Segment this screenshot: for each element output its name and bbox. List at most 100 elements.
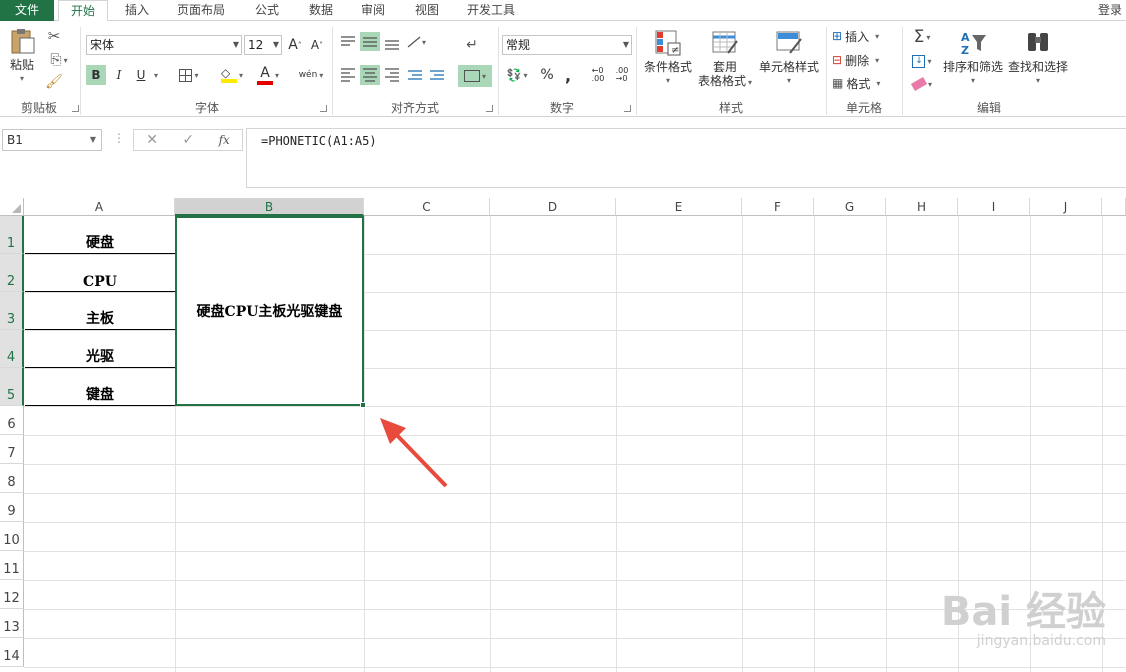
- formula-bar: B1 ▼ ⋮ ✕ ✓ fx =PHONETIC(A1:A5): [0, 125, 1126, 188]
- row-header-4[interactable]: 4: [0, 330, 24, 368]
- format-painter-button[interactable]: 🖌: [44, 73, 64, 91]
- conditional-format-button[interactable]: ≠ 条件格式 ▾: [640, 29, 696, 88]
- row-header-10[interactable]: 10: [0, 522, 24, 551]
- gridline: [616, 216, 617, 672]
- font-color-button[interactable]: A ▾: [252, 65, 284, 85]
- increase-decimal-button[interactable]: ←0.00: [588, 65, 608, 85]
- wrap-text-button[interactable]: ↵: [462, 35, 482, 55]
- cell-a4[interactable]: 光驱: [25, 330, 175, 368]
- column-header-i[interactable]: I: [958, 198, 1030, 216]
- tab-formulas[interactable]: 公式: [244, 0, 290, 21]
- select-all-button[interactable]: [0, 198, 24, 216]
- tab-insert[interactable]: 插入: [112, 0, 162, 21]
- delete-cells-button[interactable]: ⊟ 删除 ▾: [832, 51, 896, 69]
- tab-developer[interactable]: 开发工具: [456, 0, 526, 21]
- bold-button[interactable]: B: [86, 65, 106, 85]
- insert-cells-icon: ⊞: [832, 29, 843, 43]
- column-header-h[interactable]: H: [886, 198, 958, 216]
- column-header-b[interactable]: B: [175, 198, 364, 216]
- sort-filter-button[interactable]: A Z 排序和筛选 ▾: [942, 29, 1004, 88]
- row-header-5[interactable]: 5: [0, 368, 24, 406]
- function-icon[interactable]: fx: [219, 133, 230, 147]
- fill-button[interactable]: ↓ ▾: [906, 51, 938, 71]
- column-header-c[interactable]: C: [364, 198, 490, 216]
- gridline: [364, 216, 365, 672]
- name-box[interactable]: B1 ▼: [2, 129, 102, 151]
- tab-page-layout[interactable]: 页面布局: [168, 0, 234, 21]
- border-button[interactable]: ▾: [172, 65, 206, 85]
- row-header-13[interactable]: 13: [0, 609, 24, 638]
- cut-button[interactable]: ✂: [44, 27, 64, 45]
- row-header-8[interactable]: 8: [0, 464, 24, 493]
- font-size-combo[interactable]: 12 ▼: [244, 35, 282, 55]
- tab-review[interactable]: 审阅: [350, 0, 396, 21]
- cell-b1-merged[interactable]: 硬盘CPU主板光驱键盘: [175, 216, 364, 406]
- underline-button[interactable]: U: [132, 65, 150, 85]
- row-header-3[interactable]: 3: [0, 292, 24, 330]
- number-format-combo[interactable]: 常规 ▼: [502, 35, 632, 55]
- format-as-table-label-1: 套用: [712, 60, 737, 74]
- alignment-launcher[interactable]: [486, 105, 493, 112]
- column-header-d[interactable]: D: [490, 198, 616, 216]
- row-header-14[interactable]: 14: [0, 638, 24, 667]
- cell-a1[interactable]: 硬盘: [25, 216, 175, 254]
- fill-color-button[interactable]: ◇ ▾: [216, 65, 248, 85]
- formula-input[interactable]: =PHONETIC(A1:A5): [246, 128, 1126, 188]
- phonetic-icon: wén: [298, 70, 318, 80]
- phonetic-button[interactable]: wén ▾: [294, 65, 328, 85]
- merge-center-button[interactable]: ▾: [458, 65, 492, 87]
- cancel-icon[interactable]: ✕: [146, 132, 158, 148]
- format-cells-icon: ▦: [832, 76, 844, 90]
- format-cells-button[interactable]: ▦ 格式 ▾: [832, 74, 896, 92]
- column-header-j[interactable]: J: [1030, 198, 1102, 216]
- grow-font-button[interactable]: A ˄: [286, 35, 304, 55]
- login-link[interactable]: 登录: [1098, 0, 1122, 20]
- number-launcher[interactable]: [624, 105, 631, 112]
- eraser-icon: [910, 77, 928, 91]
- formula-bar-grip[interactable]: ⋮: [113, 131, 125, 145]
- italic-button[interactable]: I: [110, 65, 128, 85]
- cell-styles-button[interactable]: 单元格样式 ▾: [756, 29, 822, 88]
- row-header-12[interactable]: 12: [0, 580, 24, 609]
- decrease-decimal-button[interactable]: .00 →0: [612, 65, 632, 85]
- tab-file[interactable]: 文件: [0, 0, 54, 21]
- paste-button[interactable]: 粘贴 ▾: [4, 27, 40, 86]
- column-header-f[interactable]: F: [742, 198, 814, 216]
- find-select-button[interactable]: 查找和选择 ▾: [1006, 29, 1070, 88]
- clear-button[interactable]: ▾: [906, 74, 938, 94]
- font-launcher[interactable]: [320, 105, 327, 112]
- autosum-button[interactable]: Σ ▾: [906, 27, 938, 47]
- underline-dropdown[interactable]: ▾: [150, 65, 162, 85]
- shrink-font-button[interactable]: A ˅: [308, 35, 326, 55]
- column-header-g[interactable]: G: [814, 198, 886, 216]
- column-header-e[interactable]: E: [616, 198, 742, 216]
- row-header-9[interactable]: 9: [0, 493, 24, 522]
- cell-a3[interactable]: 主板: [25, 292, 175, 330]
- row-header-7[interactable]: 7: [0, 435, 24, 464]
- cell-a5[interactable]: 键盘: [25, 368, 175, 406]
- row-header-6[interactable]: 6: [0, 406, 24, 435]
- font-name-combo[interactable]: 宋体 ▼: [86, 35, 242, 55]
- tab-data[interactable]: 数据: [298, 0, 344, 21]
- clipboard-launcher[interactable]: [72, 105, 79, 112]
- fill-handle[interactable]: [360, 402, 366, 408]
- accounting-format-button[interactable]: 💱 ▾: [502, 65, 532, 85]
- percent-button[interactable]: %: [538, 65, 556, 85]
- gridline: [24, 580, 1126, 581]
- cell-styles-label: 单元格样式: [758, 60, 819, 74]
- delete-cells-label: 删除: [845, 53, 870, 68]
- copy-button[interactable]: ⎘ ▾: [44, 51, 74, 69]
- tab-home[interactable]: 开始: [58, 0, 108, 22]
- row-header-2[interactable]: 2: [0, 254, 24, 292]
- cell-a2[interactable]: CPU: [25, 254, 175, 292]
- format-as-table-button[interactable]: 套用 表格格式 ▾: [696, 29, 754, 90]
- column-header-a[interactable]: A: [24, 198, 175, 216]
- tab-view[interactable]: 视图: [404, 0, 450, 21]
- gridline: [742, 216, 743, 672]
- column-header-k[interactable]: [1102, 198, 1126, 216]
- insert-cells-button[interactable]: ⊞ 插入 ▾: [832, 27, 896, 45]
- row-header-1[interactable]: 1: [0, 216, 24, 254]
- check-icon[interactable]: ✓: [182, 132, 194, 148]
- row-header-11[interactable]: 11: [0, 551, 24, 580]
- comma-button[interactable]: ,: [560, 65, 576, 85]
